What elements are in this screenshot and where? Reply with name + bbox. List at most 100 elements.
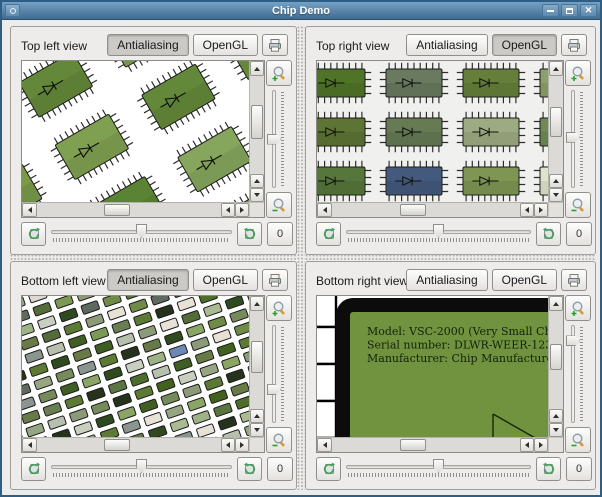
vertical-scrollbar[interactable] [548, 61, 563, 202]
scroll-up-button[interactable] [250, 61, 264, 76]
scroll-left-button[interactable] [317, 203, 332, 217]
zoom-slider-handle[interactable] [566, 131, 580, 143]
antialiasing-button[interactable]: Antialiasing [406, 269, 488, 291]
vertical-scroll-thumb[interactable] [251, 104, 263, 139]
rotate-slider-handle[interactable] [136, 224, 147, 238]
graphics-scene[interactable] [22, 296, 249, 437]
zoom-slider-handle[interactable] [267, 384, 281, 396]
zoom-slider-handle[interactable] [566, 335, 580, 347]
antialiasing-button[interactable]: Antialiasing [107, 34, 189, 56]
vertical-scrollbar[interactable] [249, 296, 264, 437]
zoom-in-button[interactable] [266, 60, 292, 86]
rotate-left-button[interactable] [21, 222, 46, 246]
scroll-right-button[interactable] [534, 438, 548, 452]
zoom-in-button[interactable] [565, 295, 591, 321]
close-button[interactable]: ✕ [580, 4, 597, 17]
antialiasing-button[interactable]: Antialiasing [107, 269, 189, 291]
vertical-scrollbar[interactable] [249, 61, 264, 202]
zoom-out-button[interactable] [565, 427, 591, 453]
rotate-slider[interactable] [51, 222, 232, 246]
zoom-out-button[interactable] [266, 192, 292, 218]
zoom-out-button[interactable] [565, 192, 591, 218]
scroll-down-button[interactable] [549, 423, 563, 437]
zoom-slider[interactable] [265, 90, 293, 188]
vertical-scrollbar[interactable] [548, 296, 563, 437]
rotate-left-button[interactable] [316, 457, 341, 481]
horizontal-scrollbar[interactable] [22, 437, 249, 452]
horizontal-scrollbar[interactable] [317, 437, 548, 452]
scroll-left-button[interactable] [22, 203, 37, 217]
scroll-right-button[interactable] [235, 203, 249, 217]
scroll-up-button[interactable] [549, 296, 563, 311]
scroll-down-button[interactable] [250, 188, 264, 202]
titlebar[interactable]: Chip Demo ✕ [2, 2, 600, 20]
scroll-up-button[interactable] [250, 174, 264, 188]
scroll-left-button[interactable] [221, 203, 235, 217]
zoom-in-button[interactable] [565, 60, 591, 86]
vertical-scroll-thumb[interactable] [550, 106, 562, 137]
rotate-slider-handle[interactable] [433, 459, 444, 473]
reset-button[interactable]: 0 [267, 222, 293, 246]
scroll-left-button[interactable] [22, 438, 37, 452]
minimize-button[interactable] [542, 4, 559, 17]
scroll-left-button[interactable] [317, 438, 332, 452]
horizontal-scroll-thumb[interactable] [103, 204, 130, 216]
slider-ticks [580, 92, 583, 186]
zoom-slider[interactable] [265, 325, 293, 423]
scroll-left-button[interactable] [520, 203, 534, 217]
vertical-scroll-thumb[interactable] [251, 340, 263, 373]
scroll-up-button[interactable] [250, 296, 264, 311]
print-button[interactable] [262, 34, 288, 56]
opengl-button[interactable]: OpenGL [192, 34, 258, 56]
zoom-out-button[interactable] [266, 427, 292, 453]
scroll-up-button[interactable] [549, 409, 563, 423]
horizontal-scroll-thumb[interactable] [400, 204, 427, 216]
zoom-in-button[interactable] [266, 295, 292, 321]
maximize-button[interactable] [561, 4, 578, 17]
scroll-right-button[interactable] [235, 438, 249, 452]
splitter-handle-vertical[interactable] [297, 26, 305, 490]
zoom-slider[interactable] [564, 90, 592, 188]
opengl-button[interactable]: OpenGL [491, 269, 557, 291]
opengl-button[interactable]: OpenGL [192, 269, 258, 291]
horizontal-scroll-thumb[interactable] [103, 439, 130, 451]
graphics-scene[interactable] [22, 61, 249, 202]
rotate-right-button[interactable] [237, 222, 262, 246]
scroll-left-button[interactable] [520, 438, 534, 452]
rotate-slider-handle[interactable] [136, 459, 147, 473]
reset-button[interactable]: 0 [267, 457, 293, 481]
print-button[interactable] [262, 269, 288, 291]
rotate-right-button[interactable] [237, 457, 262, 481]
scroll-right-button[interactable] [534, 203, 548, 217]
scroll-down-button[interactable] [549, 188, 563, 202]
scroll-left-button[interactable] [221, 438, 235, 452]
scroll-up-button[interactable] [549, 61, 563, 76]
antialiasing-button[interactable]: Antialiasing [406, 34, 488, 56]
scroll-up-button[interactable] [549, 174, 563, 188]
graphics-scene[interactable] [317, 61, 548, 202]
rotate-right-button[interactable] [536, 222, 561, 246]
rotate-right-button[interactable] [536, 457, 561, 481]
rotate-slider[interactable] [346, 222, 531, 246]
horizontal-scrollbar[interactable] [22, 202, 249, 217]
rotate-left-button[interactable] [316, 222, 341, 246]
scroll-down-button[interactable] [250, 423, 264, 437]
opengl-button[interactable]: OpenGL [491, 34, 557, 56]
horizontal-scroll-thumb[interactable] [400, 439, 427, 451]
print-button[interactable] [561, 269, 587, 291]
print-button[interactable] [561, 34, 587, 56]
reset-button[interactable]: 0 [566, 457, 592, 481]
rotate-slider[interactable] [51, 457, 232, 481]
splitter-handle-horizontal[interactable] [305, 254, 596, 261]
graphics-scene[interactable]: Model: VSC-2000 (Very Small Chip) at 9Se… [317, 296, 548, 437]
horizontal-scrollbar[interactable] [317, 202, 548, 217]
scroll-up-button[interactable] [250, 409, 264, 423]
zoom-slider[interactable] [564, 325, 592, 423]
rotate-slider-handle[interactable] [433, 224, 444, 238]
rotate-slider[interactable] [346, 457, 531, 481]
vertical-scroll-thumb[interactable] [550, 343, 562, 370]
rotate-left-button[interactable] [21, 457, 46, 481]
reset-button[interactable]: 0 [566, 222, 592, 246]
splitter-handle-horizontal[interactable] [10, 254, 297, 261]
zoom-slider-handle[interactable] [267, 133, 281, 145]
